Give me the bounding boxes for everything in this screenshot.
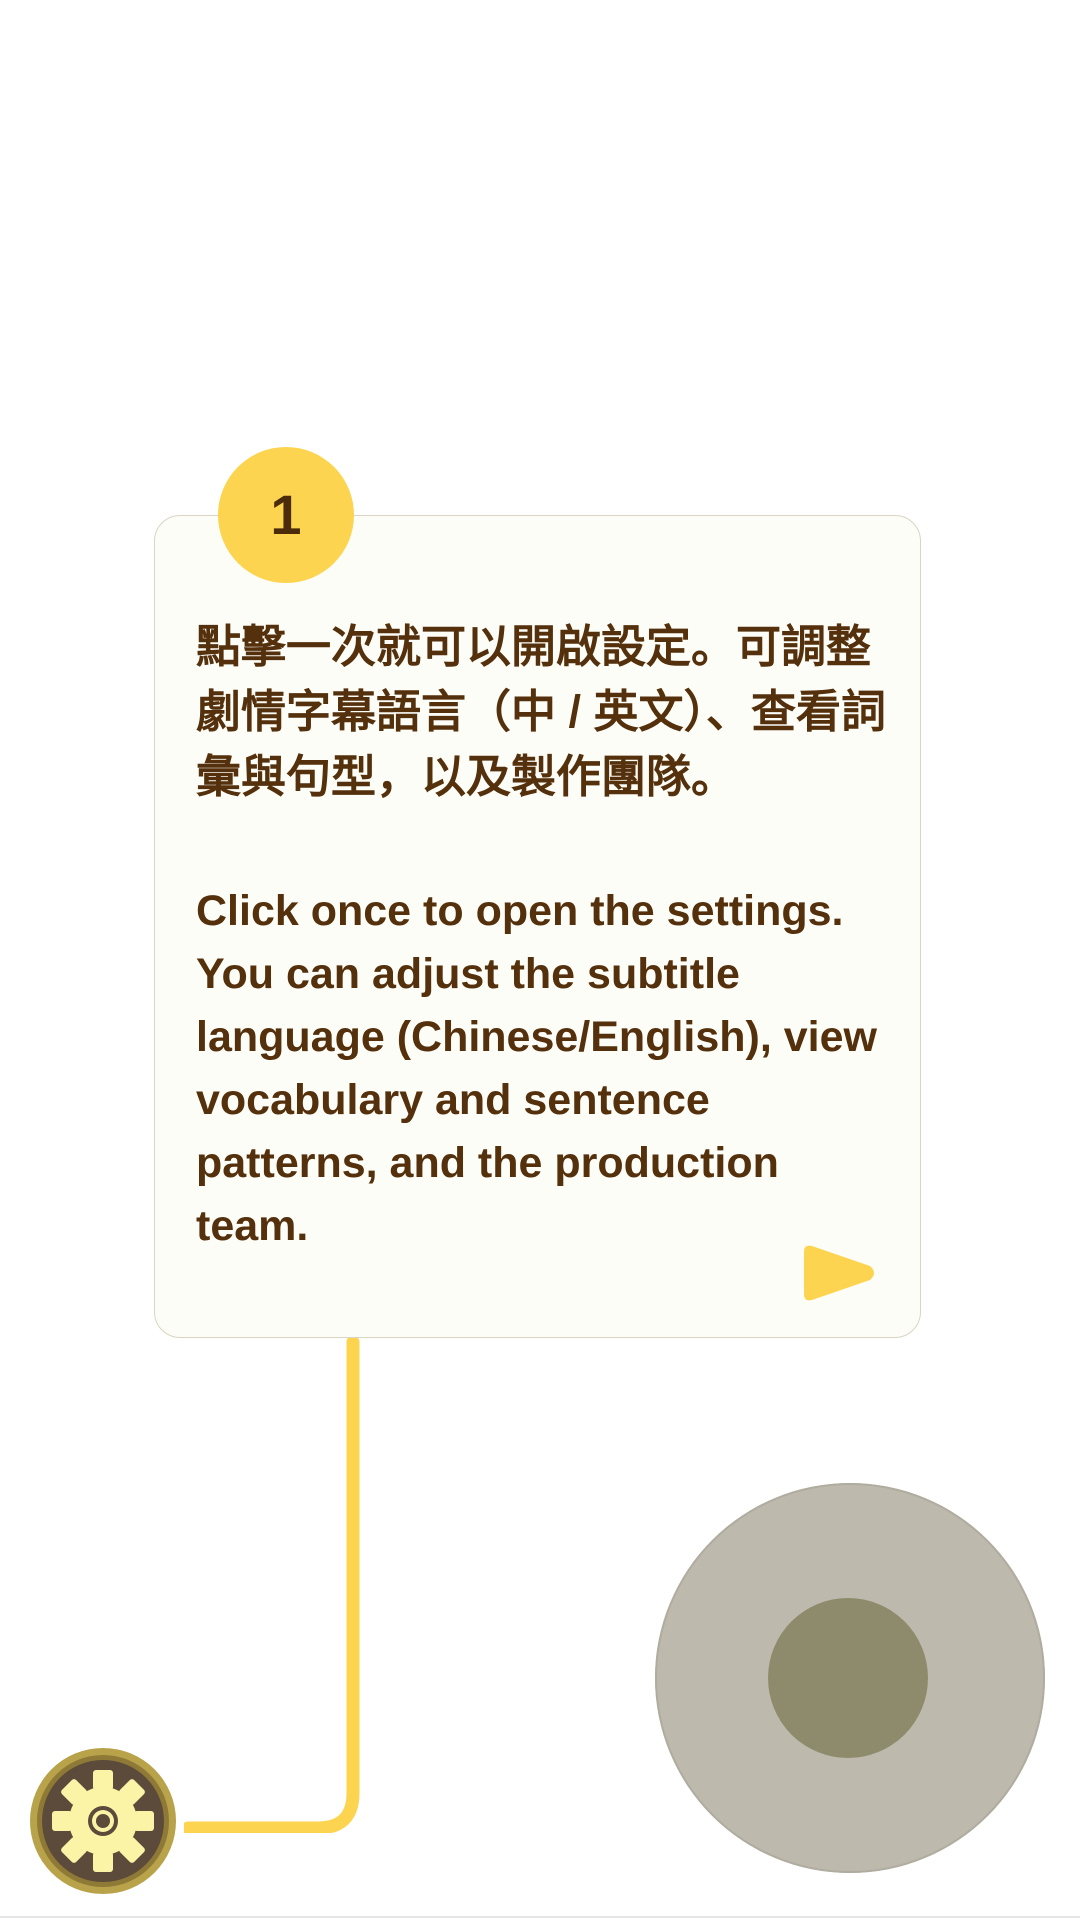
tutorial-text-english: Click once to open the settings. You can… [196, 887, 877, 1250]
step-number: 1 [270, 483, 302, 546]
settings-button[interactable] [28, 1746, 178, 1896]
step-badge: 1 [218, 447, 354, 583]
bottom-divider [0, 1916, 1080, 1918]
next-button[interactable] [798, 1244, 878, 1302]
gear-icon [30, 1748, 176, 1894]
play-triangle-icon [804, 1245, 874, 1301]
tutorial-pointer-line [184, 1338, 360, 1833]
joystick-knob[interactable] [768, 1598, 928, 1758]
tutorial-text-chinese: 點擊一次就可以開啟設定。可調整劇情字幕語言（中 / 英文）、查看詞彙與句型，以及… [196, 621, 887, 802]
